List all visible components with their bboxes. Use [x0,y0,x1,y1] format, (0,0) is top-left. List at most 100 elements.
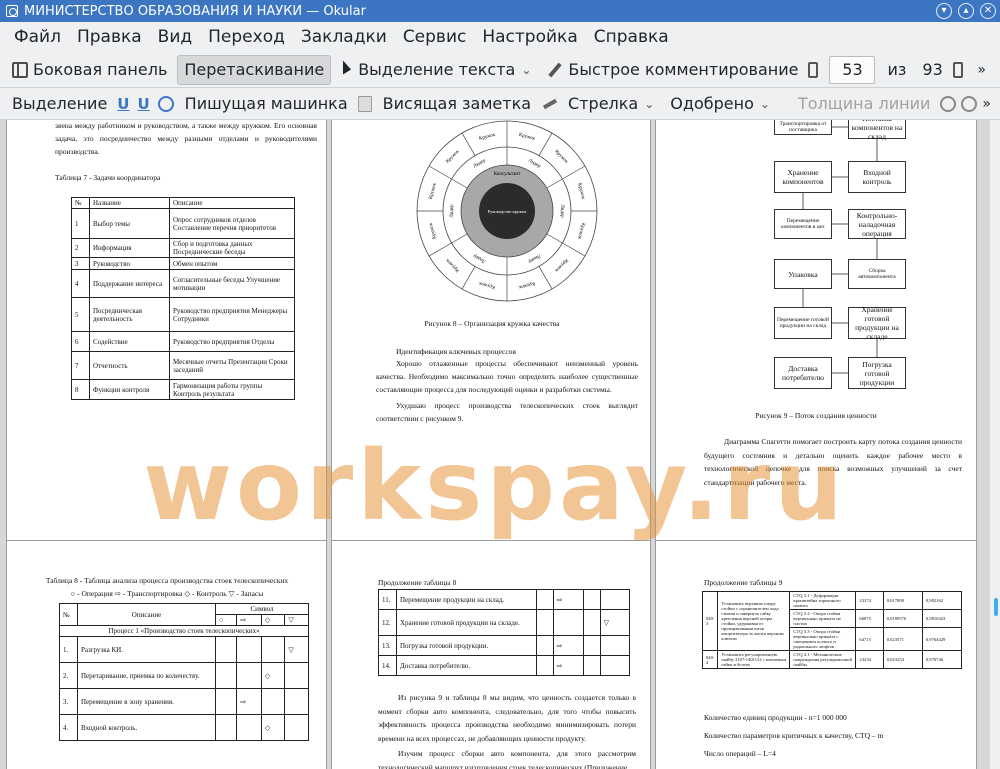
close-icon[interactable]: ✕ [980,3,996,19]
arrow-button[interactable]: Стрелка ⌄ [562,89,660,119]
stamp-button[interactable]: Одобрено ⌄ [664,89,776,119]
quality-circle-diagram: КружокКружокКружокКружокКружокКружокКруж… [416,120,598,302]
table-cell: 8 [71,379,90,400]
text-select-button[interactable]: Выделение текста ⌄ [335,55,537,85]
table-cell: 0,023254 [882,650,923,669]
table-cell: 0,9810423 [921,609,963,628]
table-caption: Таблица 7 - Задачи координатора [55,173,161,182]
color-icon[interactable] [940,95,957,112]
squiggle-underline-icon[interactable]: U [137,95,149,113]
storage-symbol-icon: ▽ [284,636,309,663]
sidebar-icon [12,61,28,78]
table-cell: Погрузка готовой продукции. [396,635,537,656]
typewriter-button[interactable]: Пишущая машинка [179,89,354,119]
leader-label: Лидер [559,204,564,218]
menu-edit[interactable]: Правка [69,27,150,47]
table-row: 5 Посредническая деятельность Руководство … [71,297,295,332]
center-label: Руководство кружка [488,209,527,214]
transport-symbol-icon: ⇨ [552,635,585,656]
table-cell: Посредническая деятельность [89,297,170,332]
transport-symbol-icon: ⇨ [552,655,585,676]
table-cell: 4. [59,714,78,741]
table-cell: CTQ 3.2 - Опора стойки вертикально прижа… [789,609,857,628]
previous-page-icon[interactable] [808,61,819,78]
menubar: Файл Правка Вид Переход Закладки Сервис … [0,22,1000,52]
table-caption: Продолжение таблицы 8 [378,578,457,587]
ctq-table: 040-3 Установить верхнюю опору стойки с о… [701,591,963,669]
arrow-tool-icon [541,96,557,112]
process-table-continued: 11. Перемещение продукции на склад. ⇨ 12. Х… [378,589,631,676]
table-caption: Таблица 8 - Таблица анализа процесса про… [45,576,289,585]
table-cell: 0,023571 [882,627,923,651]
highlight-button[interactable]: Выделение [6,89,113,119]
next-page-icon[interactable] [952,61,963,78]
table-cell: Сбор и подготовка данных Посреднические … [169,238,295,258]
scrollbar-thumb[interactable] [994,598,998,616]
chevron-down-icon[interactable]: ⌄ [521,63,531,77]
table-cell: Разгрузка КИ. [77,636,216,663]
menu-file[interactable]: Файл [6,27,69,47]
table-cell: 4 [71,269,90,298]
menu-go[interactable]: Переход [200,27,293,47]
vertical-scrollbar[interactable] [990,120,1000,769]
underline-icon[interactable]: U [117,95,129,113]
transport-symbol-icon: ⇨ [236,614,262,626]
menu-bookmarks[interactable]: Закладки [293,27,395,47]
inline-note-icon[interactable] [157,95,174,112]
table-cell: Перемещение в зону хранения. [77,688,216,715]
chevron-down-icon[interactable]: ⌄ [760,97,770,111]
table-row: Процесс 1 «Производство стоек телескопич… [59,625,309,637]
table-cell: Информация [89,238,170,258]
table-cell: Опрос сотрудников отделов Составление пе… [169,208,295,239]
table-cell: 13. [378,635,397,656]
table-cell: № [71,197,90,209]
table-row: № Название Описание [71,197,295,209]
table-cell: 66875 [855,609,884,628]
figure-caption: Рисунок 8 – Организация кружка качества [424,319,560,328]
page-number-input[interactable]: 53 [829,55,876,84]
line-width-button[interactable]: Толщина линии [792,89,937,119]
popup-note-label: Висящая заметка [382,94,532,113]
table-cell: 040-3 [701,591,719,651]
table-row: 13. Погрузка готовой продукции. ⇨ [378,635,631,656]
control-symbol-icon: ◇ [260,714,286,741]
popup-note-button[interactable]: Висящая заметка [377,89,537,119]
quick-comment-button[interactable]: Быстрое комментирование [541,55,804,85]
menu-settings[interactable]: Настройка [474,27,585,47]
table-row: 3. Перемещение в зону хранения. ⇨ [59,688,309,715]
menu-help[interactable]: Справка [586,27,677,47]
page-paragraph: Из рисунка 9 и таблицы 8 мы видим, что ц… [378,693,636,743]
opacity-icon[interactable] [961,95,978,112]
table-row: 3 Руководство Обмен опытом [71,257,295,270]
consultant-label: Консультант [494,172,521,177]
flow-arrows [802,126,878,374]
table-cell: Поддержание интереса [89,269,170,298]
page-57: Продолжение таблицы 8 11. Перемещение про… [331,540,651,769]
table-cell: Содействие [89,331,170,352]
minimize-icon[interactable]: ▾ [936,3,952,19]
menu-tools[interactable]: Сервис [395,27,475,47]
table-cell: Символ [215,603,309,615]
document-view[interactable]: звена между работником и руководством, а… [0,120,990,769]
line-width-label: Толщина линии [797,94,931,113]
menu-view[interactable]: Вид [150,27,200,47]
table-cell: 7 [71,351,90,380]
overflow-menu-icon[interactable]: » [982,96,991,112]
overflow-menu-icon[interactable]: » [977,62,986,78]
table-cell: 23234 [855,650,884,669]
table-cell: CTQ 3.1 - Деформация кронштейна тормозно… [789,591,857,610]
sidebar-button[interactable]: Боковая панель [6,55,173,85]
drag-mode-button[interactable]: Перетаскивание [177,54,332,85]
table-cell: Обмен опытом [169,257,295,270]
control-symbol-icon: ◇ [260,662,286,689]
table-cell: Гармонизация работы группы Контроль резу… [169,379,295,400]
arrow-label: Стрелка [568,94,639,113]
table-cell: 0,9764429 [921,627,963,651]
table-cell: 0,982162 [921,591,963,610]
table-cell: Установить регулировочную шайбу 2107-140… [717,650,791,669]
chevron-down-icon[interactable]: ⌄ [644,97,654,111]
storage-symbol-icon: ▽ [599,609,631,636]
table-row: 14. Доставка потребителю. ⇨ [378,655,631,676]
maximize-icon[interactable]: ▴ [958,3,974,19]
table-cell: 0,0189576 [882,609,923,628]
